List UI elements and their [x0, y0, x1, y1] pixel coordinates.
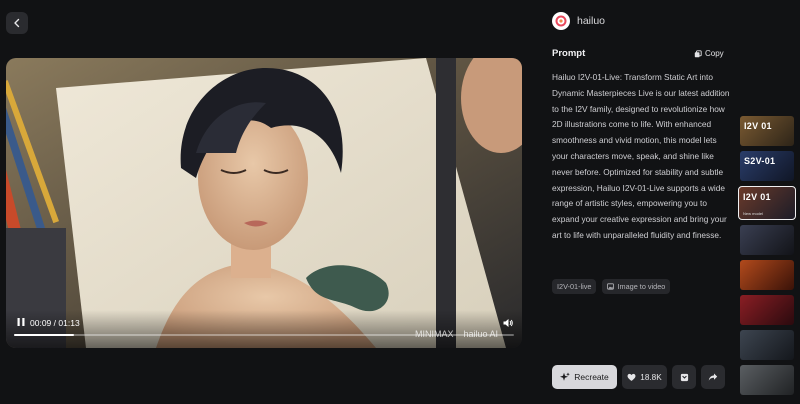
- thumbnail[interactable]: I2V 01: [740, 116, 794, 146]
- progress-fill: [14, 334, 74, 336]
- progress-bar[interactable]: [14, 334, 514, 336]
- copy-icon: [694, 49, 702, 57]
- back-button[interactable]: [6, 12, 28, 34]
- copy-button[interactable]: Copy: [694, 49, 724, 58]
- thumbnail-label: I2V 01: [743, 192, 771, 202]
- brand[interactable]: hailuo: [552, 12, 605, 30]
- tags: I2V-01-live Image to video: [552, 279, 671, 294]
- bookmark-icon: [680, 373, 688, 381]
- save-button[interactable]: [672, 365, 696, 389]
- tag-image-to-video-label: Image to video: [617, 282, 666, 291]
- image-icon: [607, 283, 615, 290]
- thumbnail[interactable]: [740, 330, 794, 360]
- thumbnail-sub: New model: [743, 211, 764, 216]
- tag-model[interactable]: I2V-01-live: [552, 279, 597, 294]
- thumbnail[interactable]: S2V-01: [740, 151, 794, 181]
- prompt-text: Hailuo I2V-01-Live: Transform Static Art…: [552, 72, 730, 240]
- video-frame: [6, 58, 522, 348]
- thumbnail[interactable]: [740, 225, 794, 255]
- time-display: 00:09 / 01:13: [30, 318, 80, 328]
- current-time: 00:09: [30, 318, 52, 328]
- video-player[interactable]: 00:09 / 01:13 MINIMAX hailuo AI: [6, 58, 522, 348]
- tag-image-to-video[interactable]: Image to video: [602, 279, 671, 294]
- share-icon: [708, 373, 718, 381]
- thumbnail-label: I2V 01: [744, 121, 772, 131]
- time-separator: /: [53, 318, 57, 328]
- thumbnail[interactable]: [740, 365, 794, 395]
- player-controls: 00:09 / 01:13 MINIMAX hailuo AI: [6, 310, 522, 348]
- recreate-label: Recreate: [574, 372, 609, 382]
- hailuo-logo-icon: [552, 12, 570, 30]
- duration: 01:13: [58, 318, 80, 328]
- recreate-button[interactable]: Recreate: [552, 365, 617, 389]
- tag-model-label: I2V-01-live: [557, 282, 592, 291]
- thumbnail[interactable]: [740, 295, 794, 325]
- heart-icon: [627, 373, 636, 381]
- thumbnail-active[interactable]: I2V 01 New model: [738, 186, 796, 220]
- pause-icon[interactable]: [15, 316, 27, 328]
- copy-label: Copy: [705, 49, 724, 58]
- brand-name: hailuo: [577, 15, 606, 27]
- thumbnail-label: S2V-01: [744, 156, 776, 166]
- volume-icon[interactable]: [502, 317, 514, 329]
- sparkle-icon: [560, 372, 571, 381]
- like-button[interactable]: 18.8K: [622, 365, 667, 389]
- back-chevron-icon: [14, 18, 20, 28]
- action-bar: Recreate 18.8K: [552, 365, 725, 389]
- like-count: 18.8K: [640, 372, 662, 382]
- prompt-title: Prompt: [552, 48, 586, 59]
- share-button[interactable]: [701, 365, 725, 389]
- thumbnail[interactable]: [740, 260, 794, 290]
